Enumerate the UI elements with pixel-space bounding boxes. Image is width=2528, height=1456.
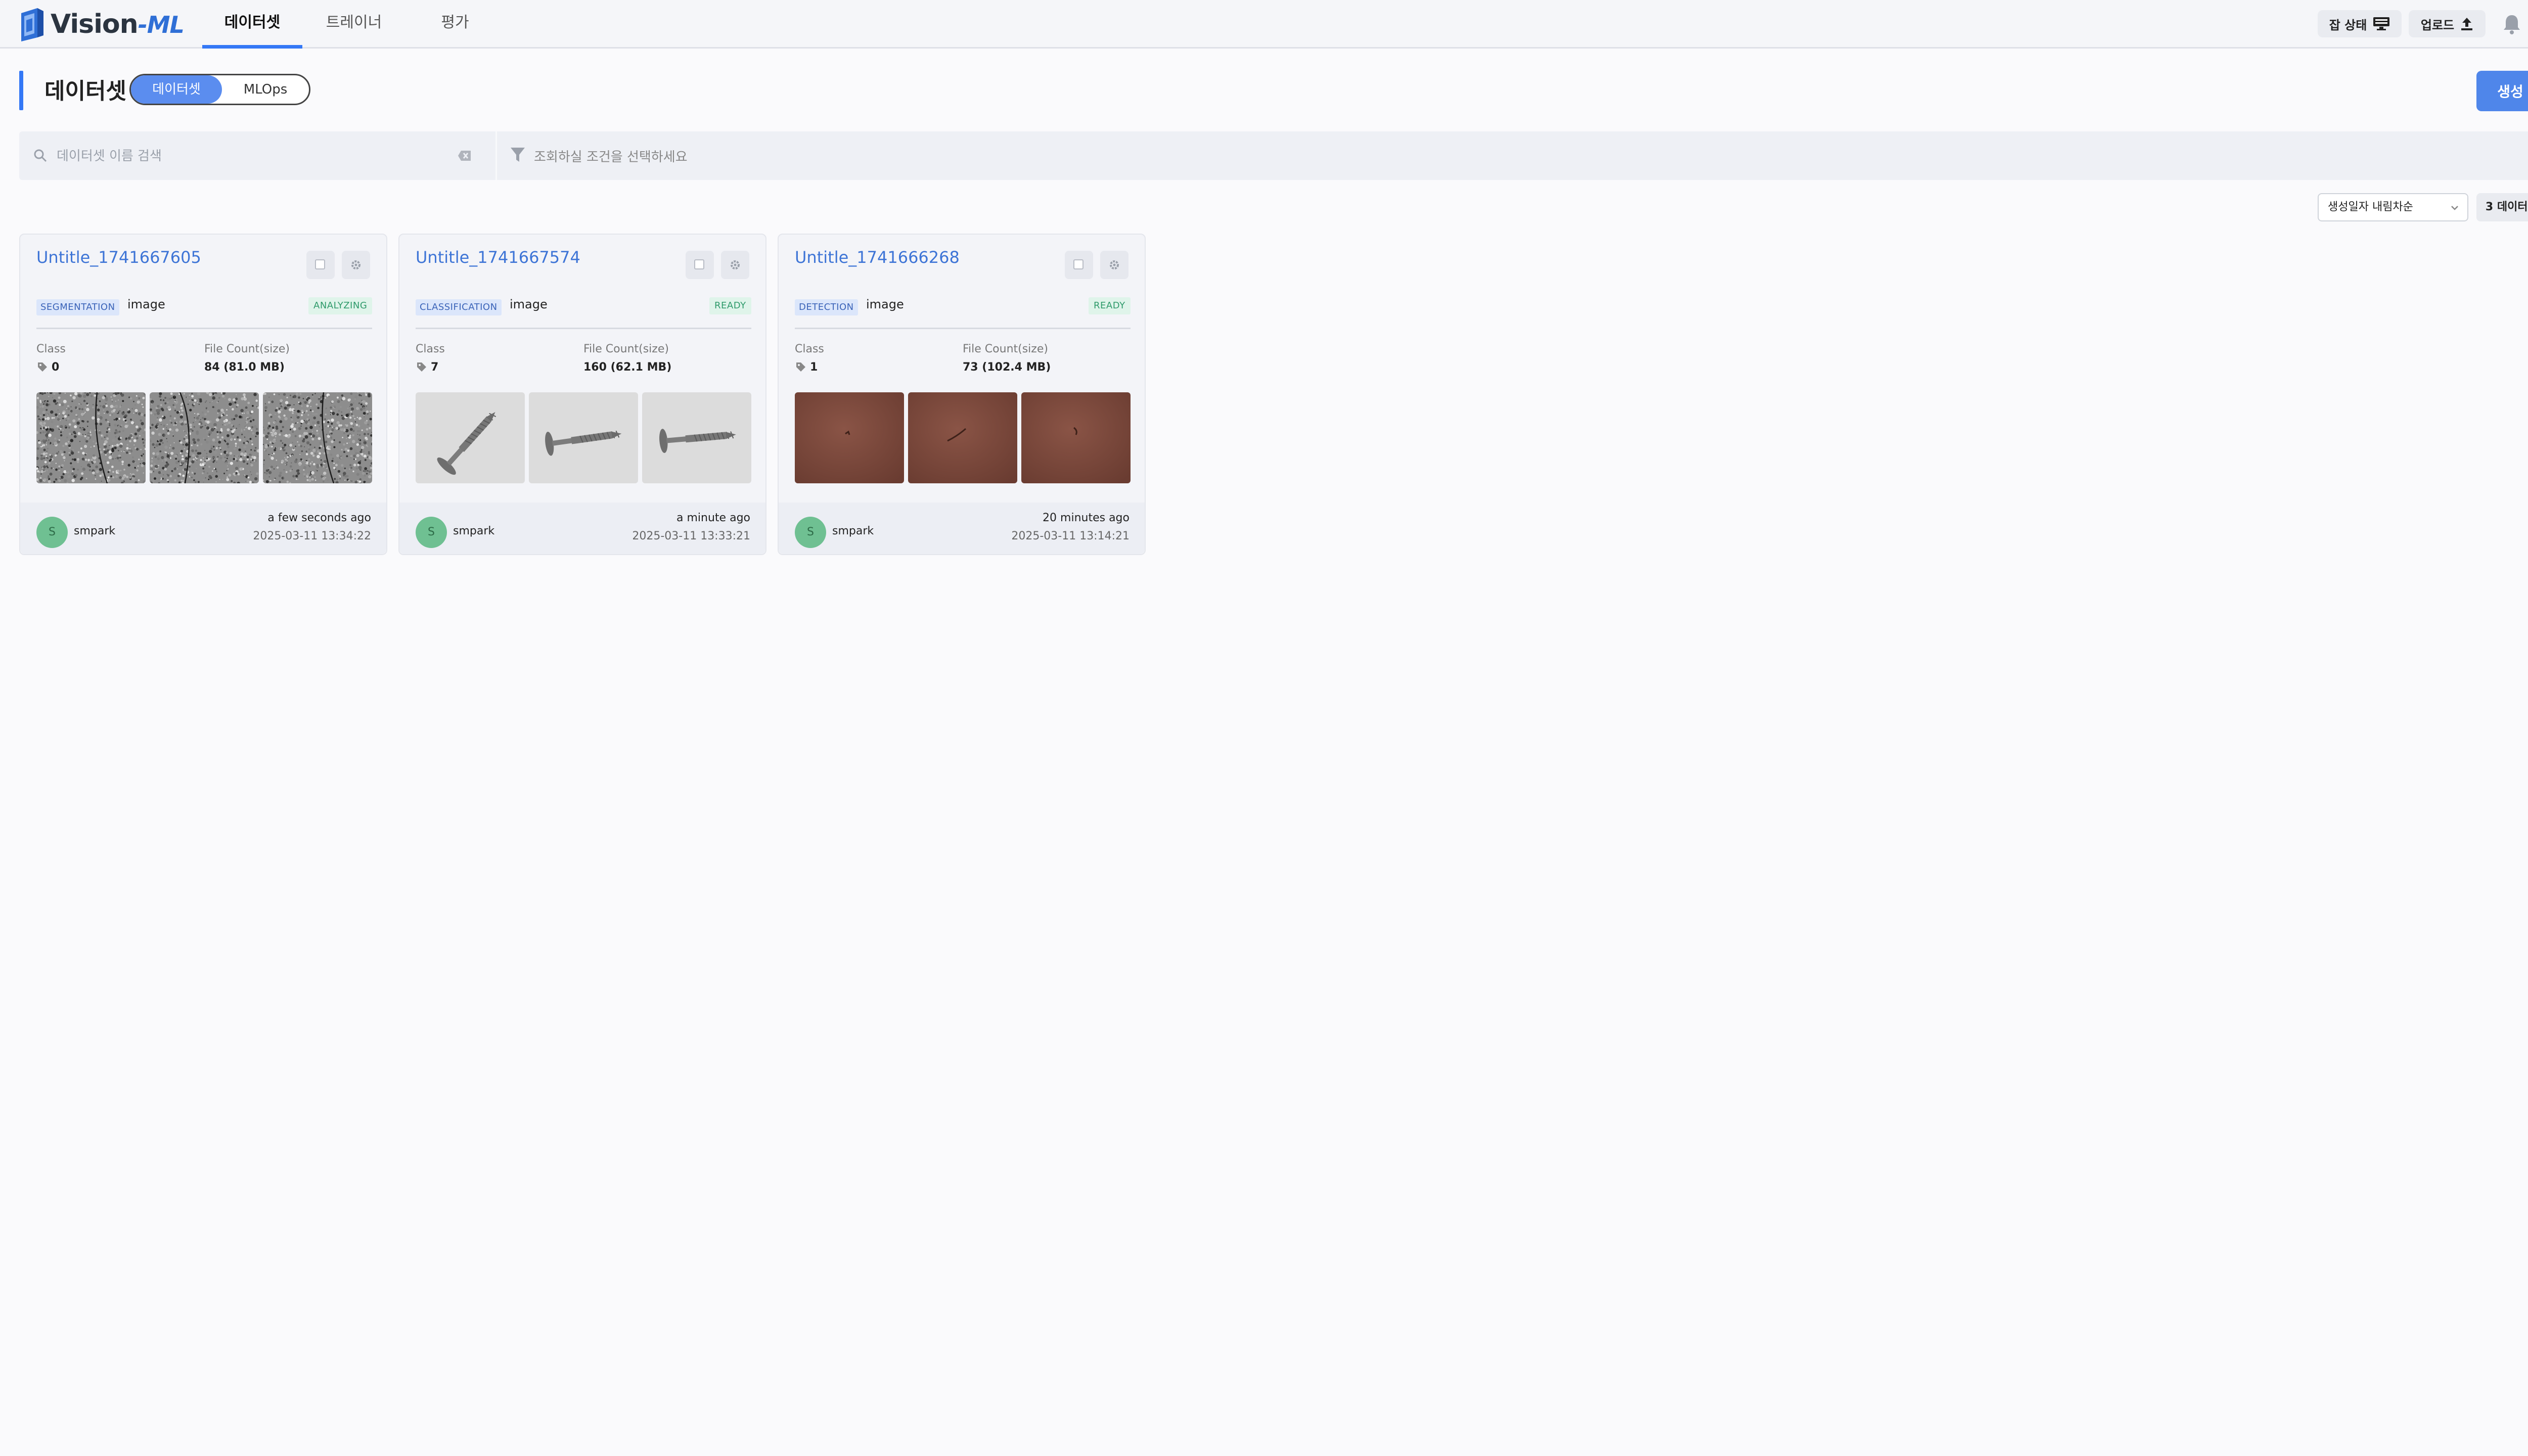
sort-order-select[interactable]: 생성일자 내림차순 [2318,193,2468,221]
media-type-label: image [127,297,165,311]
sample-thumbnail[interactable] [36,392,146,483]
filter-icon [511,148,525,162]
upload-label: 업로드 [2420,18,2455,32]
job-status-button[interactable]: 잡 상태 [2318,10,2402,37]
relative-time: a minute ago [676,512,750,524]
file-count-label: File Count(size) [583,343,669,355]
chevron-down-icon [2451,206,2458,210]
segment-datasets[interactable]: 데이터셋 [131,75,222,104]
task-type-badge: DETECTION [795,299,858,315]
sample-thumbnail[interactable] [642,392,751,483]
dataset-card[interactable]: Untitle_1741667574 CLASSIFICATION image … [398,234,766,555]
search-divider [495,131,497,180]
card-settings-button[interactable] [1100,251,1128,279]
upload-icon [2461,18,2473,30]
sample-thumbnail[interactable] [416,392,525,483]
dataset-title-link[interactable]: Untitle_1741667605 [36,248,201,267]
sample-thumbnail[interactable] [150,392,259,483]
select-checkbox[interactable] [1065,251,1093,279]
creator-avatar: S [416,517,447,548]
sample-thumbnail[interactable] [1021,392,1131,483]
dataset-title-link[interactable]: Untitle_1741666268 [795,248,960,267]
status-badge: READY [709,297,751,314]
task-type-badge: CLASSIFICATION [416,299,502,315]
sample-thumbnail[interactable] [795,392,904,483]
dataset-title-link[interactable]: Untitle_1741667574 [416,248,580,267]
status-badge: ANALYZING [308,297,373,314]
create-button[interactable]: 생성 [2476,71,2528,111]
card-divider [416,328,751,329]
class-count-value: 0 [52,361,60,374]
dataset-card[interactable]: Untitle_1741666268 DETECTION image READY… [778,234,1146,555]
card-divider [36,328,372,329]
created-timestamp: 2025-03-11 13:14:21 [1011,530,1130,542]
class-label: Class [36,343,66,355]
creator-avatar: S [795,517,826,548]
creator-avatar: S [36,517,68,548]
filter-condition-select[interactable]: 조회하실 조건을 선택하세요 [534,147,688,165]
segment-mlops[interactable]: MLOps [222,75,309,104]
job-status-label: 잡 상태 [2329,18,2367,32]
tab-trainer[interactable]: 트레이너 [313,0,394,49]
status-badge: READY [1089,297,1131,314]
creator-name: smpark [74,525,116,537]
relative-time: a few seconds ago [267,512,371,524]
file-count-value: 160 (62.1 MB) [583,361,672,374]
search-icon [34,149,47,162]
dataset-count-badge: 3 데이터셋(들) [2476,193,2528,221]
app-logo[interactable]: Vision-ML [19,5,185,43]
media-type-label: image [866,297,904,311]
file-count-value: 84 (81.0 MB) [204,361,285,374]
created-timestamp: 2025-03-11 13:33:21 [632,530,750,542]
page-title: 데이터셋 [44,78,126,104]
sort-order-value: 생성일자 내림차순 [2328,201,2413,213]
class-label: Class [416,343,445,355]
created-timestamp: 2025-03-11 13:34:22 [253,530,371,542]
file-count-value: 73 (102.4 MB) [963,361,1051,374]
class-count-value: 1 [810,361,818,374]
select-checkbox[interactable] [306,251,335,279]
select-checkbox[interactable] [686,251,714,279]
card-divider [795,328,1131,329]
dataset-card[interactable]: Untitle_1741667605 SEGMENTATION image AN… [19,234,387,555]
sample-thumbnail[interactable] [529,392,638,483]
class-count-value: 7 [431,361,439,374]
upload-button[interactable]: 업로드 [2409,10,2486,37]
file-count-label: File Count(size) [963,343,1048,355]
file-count-label: File Count(size) [204,343,290,355]
media-type-label: image [510,297,548,311]
class-label: Class [795,343,824,355]
gear-icon [351,260,360,269]
relative-time: 20 minutes ago [1043,512,1130,524]
card-settings-button[interactable] [721,251,749,279]
notification-bell-icon[interactable] [2501,13,2523,35]
tag-icon [38,362,47,372]
monitor-icon [2373,17,2390,30]
tag-icon [796,362,805,372]
creator-name: smpark [453,525,495,537]
card-settings-button[interactable] [342,251,370,279]
title-accent-bar [19,71,23,110]
logo-text: Vision-ML [51,9,185,39]
sample-thumbnail[interactable] [263,392,372,483]
view-segment-toggle: 데이터셋 MLOps [129,74,310,105]
tab-datasets[interactable]: 데이터셋 [202,0,302,49]
creator-name: smpark [832,525,874,537]
create-label: 생성 [2497,83,2523,100]
tag-icon [417,362,426,372]
top-navigation-bar: Vision-ML 데이터셋 트레이너 평가 잡 상태 업로드 [0,0,2528,49]
sample-thumbnail[interactable] [908,392,1017,483]
clear-search-icon[interactable] [457,149,472,163]
gear-icon [731,260,740,269]
logo-icon [21,8,43,41]
dataset-search-input[interactable] [56,142,462,171]
tab-evaluation[interactable]: 평가 [425,0,485,49]
task-type-badge: SEGMENTATION [36,299,119,315]
gear-icon [1110,260,1119,269]
